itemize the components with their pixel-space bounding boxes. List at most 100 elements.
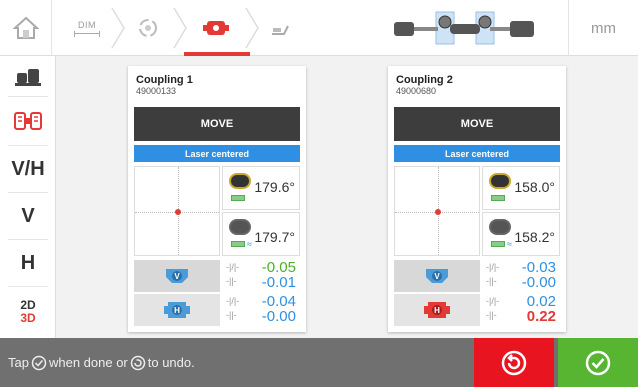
- unit-label[interactable]: mm: [568, 0, 638, 56]
- battery-icon: [491, 241, 505, 247]
- coupling-id: 49000680: [396, 86, 437, 96]
- home-button[interactable]: [0, 0, 52, 56]
- battery-icon: [231, 195, 245, 201]
- machines-icon: [15, 69, 41, 86]
- vertical-coupling-cell: V: [134, 260, 220, 292]
- sidebar-item-v[interactable]: V: [0, 193, 56, 239]
- sidebar-item-coupling-view[interactable]: [0, 97, 56, 145]
- laser-status-badge: Laser centered: [394, 145, 560, 162]
- coupling-panel-1: Coupling 1 49000133 MOVE Laser centered …: [128, 66, 306, 332]
- vertical-offset-value: -0.00: [521, 274, 556, 291]
- vertical-values: -|/|- -||- -0.03 -0.00: [482, 259, 560, 292]
- undo-button[interactable]: [474, 338, 554, 387]
- machine-train-icon: [394, 11, 534, 45]
- offset-symbol-icon: -||-: [226, 310, 237, 320]
- horizontal-values: -|/|- -||- 0.02 0.22: [482, 293, 560, 326]
- done-button[interactable]: [558, 338, 638, 387]
- laser-dot: [435, 209, 441, 215]
- sensor-icon: [489, 219, 511, 235]
- horizontal-values: -|/|- -||- -0.04 -0.00: [222, 293, 300, 326]
- horizontal-offset-value: 0.22: [526, 308, 556, 325]
- rotate-icon: [139, 19, 157, 37]
- sensor-angle-value: 179.7°: [254, 229, 295, 245]
- horizontal-result-row[interactable]: H -|/|- -||- 0.02 0.22: [394, 293, 560, 326]
- hint-part-2: when done or: [48, 355, 128, 370]
- top-toolbar: DIM mm: [0, 0, 638, 56]
- horizontal-result-row[interactable]: H -|/|- -||- -0.04 -0.00: [134, 293, 300, 326]
- bottom-bar: Tap when done or to undo.: [0, 338, 638, 387]
- check-circle-icon: [31, 355, 47, 370]
- angle-symbol-icon: -|/|-: [226, 262, 240, 272]
- sidebar-item-h[interactable]: H: [0, 240, 56, 286]
- hint-text: Tap when done or to undo.: [8, 338, 195, 387]
- undo-circle-icon: [130, 355, 145, 370]
- sensor-angle-value: 179.6°: [254, 179, 295, 195]
- sidebar-item-machines[interactable]: [0, 56, 56, 96]
- home-icon: [12, 16, 39, 39]
- coupling-view-icon: [14, 112, 42, 130]
- laser-status-badge: Laser centered: [134, 145, 300, 162]
- dimensions-label: DIM: [78, 19, 96, 30]
- sensor-icon: [229, 173, 251, 189]
- active-step-indicator: [184, 52, 250, 56]
- svg-text:V: V: [174, 272, 180, 281]
- coupling-id: 49000133: [136, 86, 177, 96]
- horizontal-coupling-icon: H: [164, 302, 190, 318]
- measure-step-active[interactable]: [184, 0, 248, 56]
- offset-symbol-icon: -||-: [486, 310, 497, 320]
- sensor-icon: [489, 173, 511, 189]
- angle-symbol-icon: -|/|-: [486, 296, 500, 306]
- vertical-result-row[interactable]: V -|/|- -||- -0.05 -0.01: [134, 259, 300, 292]
- results-icon: [272, 25, 289, 35]
- sensor-angle-value: 158.2°: [514, 229, 555, 245]
- hint-part-1: Tap: [8, 355, 29, 370]
- laser-dot: [175, 209, 181, 215]
- svg-text:V: V: [434, 272, 440, 281]
- dimensions-step[interactable]: DIM: [62, 0, 112, 56]
- move-button[interactable]: MOVE: [394, 107, 560, 141]
- machine-train-diagram[interactable]: [380, 0, 550, 56]
- sensor-icon: [229, 219, 251, 235]
- wifi-icon: ≈: [247, 239, 252, 249]
- rotation-step[interactable]: [122, 0, 174, 56]
- results-step[interactable]: [256, 0, 308, 56]
- horizontal-offset-value: -0.00: [261, 308, 296, 325]
- coupling-title: Coupling 2: [396, 74, 453, 86]
- battery-icon: [491, 195, 505, 201]
- measure-sensor-icon: [203, 21, 229, 35]
- laser-target-display: [134, 166, 220, 256]
- horizontal-coupling-icon: H: [424, 302, 450, 318]
- vertical-offset-value: -0.01: [261, 274, 296, 291]
- sidebar-item-vh[interactable]: V/H: [0, 146, 56, 192]
- hint-part-3: to undo.: [147, 355, 195, 370]
- sidebar-item-2d-3d[interactable]: 2D 3D: [0, 287, 56, 337]
- mode-3d-label: 3D: [20, 311, 36, 325]
- laser-target-display: [394, 166, 480, 256]
- move-button[interactable]: MOVE: [134, 107, 300, 141]
- sensor-angle-box: ≈ 158.2°: [482, 212, 560, 256]
- sensor-angle-box: 158.0°: [482, 166, 560, 210]
- vertical-coupling-cell: V: [394, 260, 480, 292]
- battery-icon: [231, 241, 245, 247]
- coupling-panel-2: Coupling 2 49000680 MOVE Laser centered …: [388, 66, 566, 332]
- sensor-angle-box: 179.6°: [222, 166, 300, 210]
- offset-symbol-icon: -||-: [226, 276, 237, 286]
- sensor-angle-value: 158.0°: [514, 179, 555, 195]
- vertical-coupling-icon: V: [166, 269, 188, 283]
- dimension-arrow-icon: [74, 30, 100, 37]
- svg-text:H: H: [434, 306, 440, 315]
- coupling-title: Coupling 1: [136, 74, 193, 86]
- sidebar: V/H V H 2D 3D: [0, 56, 56, 338]
- offset-symbol-icon: -||-: [486, 276, 497, 286]
- angle-symbol-icon: -|/|-: [486, 262, 500, 272]
- undo-icon: [501, 350, 527, 375]
- check-icon: [585, 350, 611, 375]
- angle-symbol-icon: -|/|-: [226, 296, 240, 306]
- sensor-angle-box: ≈ 179.7°: [222, 212, 300, 256]
- wifi-icon: ≈: [507, 239, 512, 249]
- vertical-coupling-icon: V: [426, 269, 448, 283]
- vertical-result-row[interactable]: V -|/|- -||- -0.03 -0.00: [394, 259, 560, 292]
- svg-text:H: H: [174, 306, 180, 315]
- horizontal-coupling-cell: H: [394, 294, 480, 326]
- horizontal-coupling-cell: H: [134, 294, 220, 326]
